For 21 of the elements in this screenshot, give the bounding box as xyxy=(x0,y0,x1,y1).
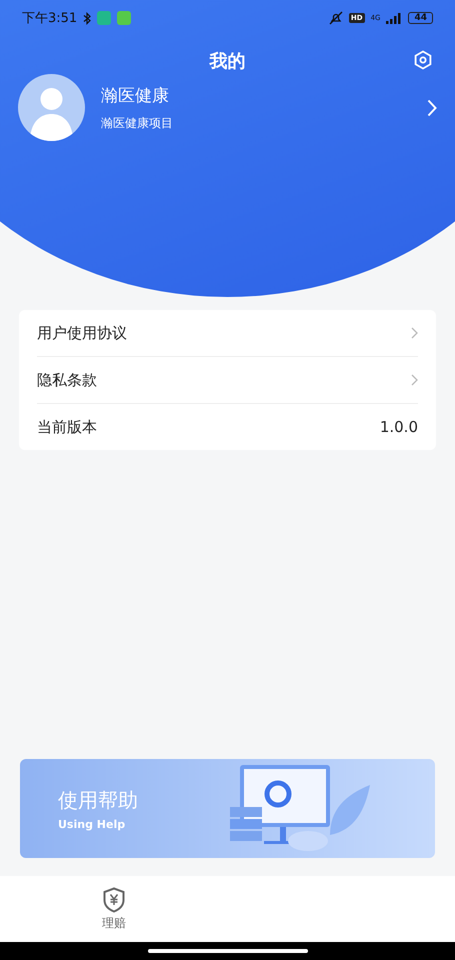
shield-yen-icon xyxy=(102,886,126,912)
banner-title: 使用帮助 xyxy=(58,786,138,814)
muted-bell-icon xyxy=(328,11,343,25)
chevron-right-icon xyxy=(411,374,418,386)
menu-label: 当前版本 xyxy=(37,418,97,436)
banner-subtitle: Using Help xyxy=(58,818,126,830)
page-title: 我的 xyxy=(210,50,246,73)
menu-item[interactable]: 用户使用协议 xyxy=(37,310,418,357)
chevron-right-icon[interactable] xyxy=(427,98,437,116)
app-icon xyxy=(97,11,112,25)
signal-icon xyxy=(386,12,402,24)
profile-name: 瀚医健康 xyxy=(101,84,170,106)
battery-indicator: 44 xyxy=(408,12,433,24)
settings-icon[interactable] xyxy=(413,50,433,70)
chevron-right-icon xyxy=(411,327,418,339)
app-icon xyxy=(117,11,132,25)
menu-item[interactable]: 隐私条款 xyxy=(37,357,418,404)
version-value: 1.0.0 xyxy=(380,418,418,436)
profile-subtitle: 瀚医健康项目 xyxy=(101,114,173,132)
bluetooth-icon xyxy=(83,12,92,24)
status-time: 下午3:51 xyxy=(22,10,78,27)
